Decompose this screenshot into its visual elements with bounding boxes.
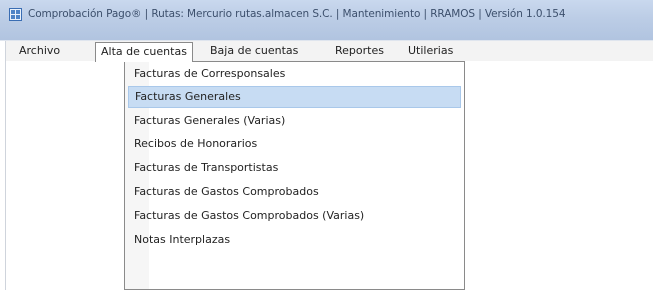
alta-de-cuentas-dropdown: Facturas de Corresponsales Facturas Gene…	[124, 61, 465, 290]
menu-baja-de-cuentas[interactable]: Baja de cuentas	[205, 43, 303, 59]
menu-item-facturas-generales-varias[interactable]: Facturas Generales (Varias)	[128, 110, 461, 132]
menu-item-facturas-de-gastos-comprobados[interactable]: Facturas de Gastos Comprobados	[128, 181, 461, 203]
menu-utilerias[interactable]: Utilerias	[403, 43, 458, 59]
menu-archivo[interactable]: Archivo	[14, 43, 65, 59]
app-icon[interactable]	[9, 8, 22, 21]
window-title: Comprobación Pago® | Rutas: Mercurio rut…	[28, 8, 566, 20]
menubar: Archivo Alta de cuentas Baja de cuentas …	[6, 41, 653, 62]
menu-reportes[interactable]: Reportes	[330, 43, 389, 59]
window-left-border	[5, 41, 6, 290]
menu-item-facturas-generales[interactable]: Facturas Generales	[128, 86, 461, 108]
menu-item-recibos-de-honorarios[interactable]: Recibos de Honorarios	[128, 133, 461, 155]
menu-alta-de-cuentas[interactable]: Alta de cuentas	[95, 42, 193, 62]
window-titlebar[interactable]: Comprobación Pago® | Rutas: Mercurio rut…	[0, 0, 653, 40]
menu-item-notas-interplazas[interactable]: Notas Interplazas	[128, 229, 461, 251]
menu-item-facturas-de-gastos-comprobados-varias[interactable]: Facturas de Gastos Comprobados (Varias)	[128, 205, 461, 227]
menu-item-facturas-de-transportistas[interactable]: Facturas de Transportistas	[128, 157, 461, 179]
menu-item-facturas-de-corresponsales[interactable]: Facturas de Corresponsales	[128, 63, 461, 85]
